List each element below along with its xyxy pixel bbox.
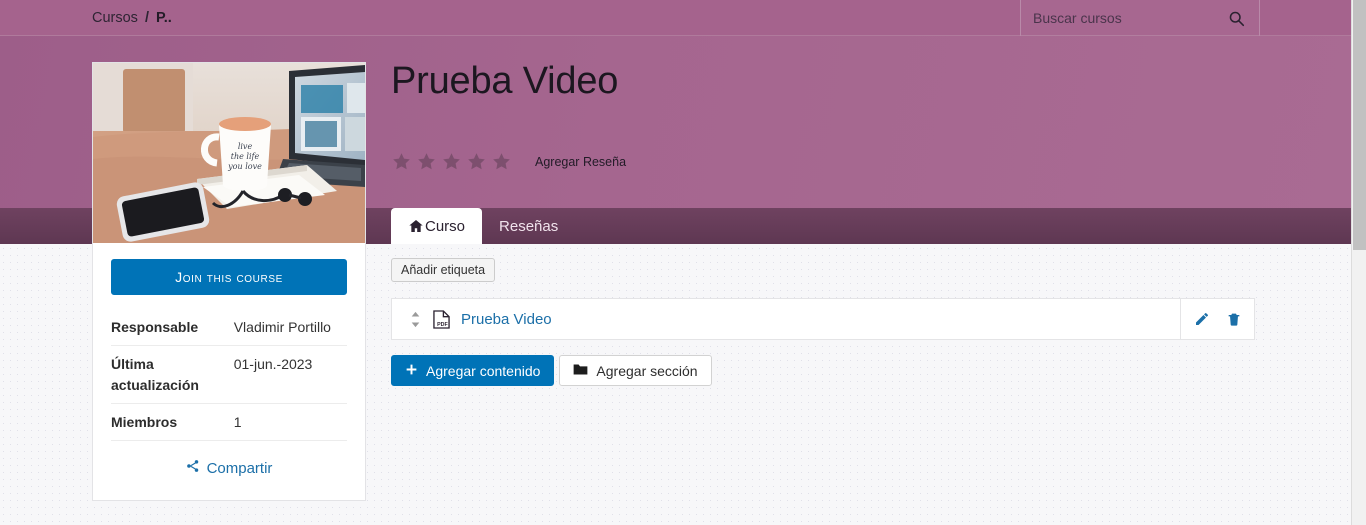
content-item-actions <box>1180 299 1254 339</box>
add-review-link[interactable]: Agregar Reseña <box>535 155 626 169</box>
table-row: Última actualización 01-jun.-2023 <box>111 345 347 404</box>
add-section-label: Agregar sección <box>596 362 698 379</box>
add-content-button[interactable]: Agregar contenido <box>391 355 555 386</box>
drag-handle-icon[interactable] <box>409 311 422 328</box>
course-info-table: Responsable Vladimir Portillo Última act… <box>111 309 347 442</box>
breadcrumb-separator: / <box>144 10 149 26</box>
rating-row: Agregar Reseña <box>391 151 626 172</box>
home-icon <box>408 218 424 234</box>
rating-stars <box>391 151 512 172</box>
course-content-panel: Añadir etiqueta PDF Prueba Video Agregar… <box>391 258 1255 386</box>
tab-curso-label: Curso <box>425 217 466 235</box>
share-icon <box>186 459 200 477</box>
pdf-file-icon: PDF <box>433 309 450 329</box>
share-row: Compartir <box>111 441 347 478</box>
trash-icon[interactable] <box>1226 311 1242 327</box>
plus-icon <box>405 363 418 379</box>
breadcrumb-item-current: P.. <box>155 10 172 26</box>
svg-text:live: live <box>238 142 253 151</box>
svg-text:the life: the life <box>231 152 260 161</box>
tab-resenas[interactable]: Reseñas <box>482 208 575 244</box>
star-icon[interactable] <box>441 151 462 172</box>
breadcrumb: Cursos / P.. <box>92 0 172 36</box>
join-course-button[interactable]: Join this Course <box>111 259 347 295</box>
folder-icon <box>573 363 588 379</box>
course-thumbnail: live the life you love <box>93 63 365 243</box>
svg-text:PDF: PDF <box>437 322 448 328</box>
course-sidebar-card: live the life you love Join this Course … <box>92 62 366 502</box>
table-row: Responsable Vladimir Portillo <box>111 309 347 347</box>
sidebar-body: Join this Course Responsable Vladimir Po… <box>93 243 365 500</box>
tab-resenas-label: Reseñas <box>499 217 559 235</box>
info-value: 01-jun.-2023 <box>233 345 347 404</box>
svg-text:you love: you love <box>227 162 262 171</box>
breadcrumb-bar: Cursos / P.. <box>0 0 1351 36</box>
share-button[interactable]: Compartir <box>186 459 273 477</box>
content-item-link[interactable]: Prueba Video <box>461 311 552 328</box>
star-icon[interactable] <box>416 151 437 172</box>
breadcrumb-item-cursos[interactable]: Cursos <box>92 10 138 26</box>
info-key: Última actualización <box>111 345 234 404</box>
add-tag-button[interactable]: Añadir etiqueta <box>391 258 496 282</box>
search-icon[interactable] <box>1221 1 1251 35</box>
info-key: Responsable <box>111 309 234 347</box>
content-list-item: PDF Prueba Video <box>391 298 1255 340</box>
vertical-scrollbar[interactable] <box>1351 0 1366 525</box>
table-row: Miembros 1 <box>111 403 347 442</box>
tab-list: Curso Reseñas <box>391 208 575 244</box>
page-title: Prueba Video <box>391 60 619 102</box>
search-box <box>1020 0 1260 36</box>
tab-curso[interactable]: Curso <box>391 208 483 244</box>
info-value: 1 <box>233 403 347 442</box>
share-label: Compartir <box>206 459 273 477</box>
page-viewport: Cursos / P.. Prueba Video Agregar Rese <box>0 0 1351 525</box>
content-action-buttons: Agregar contenido Agregar sección <box>391 355 1255 386</box>
add-section-button[interactable]: Agregar sección <box>559 355 712 386</box>
scrollbar-thumb[interactable] <box>1353 0 1366 250</box>
star-icon[interactable] <box>391 151 412 172</box>
info-key: Miembros <box>111 403 234 442</box>
pencil-icon[interactable] <box>1194 311 1210 327</box>
content-item-main: PDF Prueba Video <box>392 299 1180 339</box>
info-value: Vladimir Portillo <box>233 309 347 347</box>
star-icon[interactable] <box>491 151 512 172</box>
add-content-label: Agregar contenido <box>426 362 541 379</box>
star-icon[interactable] <box>466 151 487 172</box>
search-input[interactable] <box>1021 1 1221 35</box>
